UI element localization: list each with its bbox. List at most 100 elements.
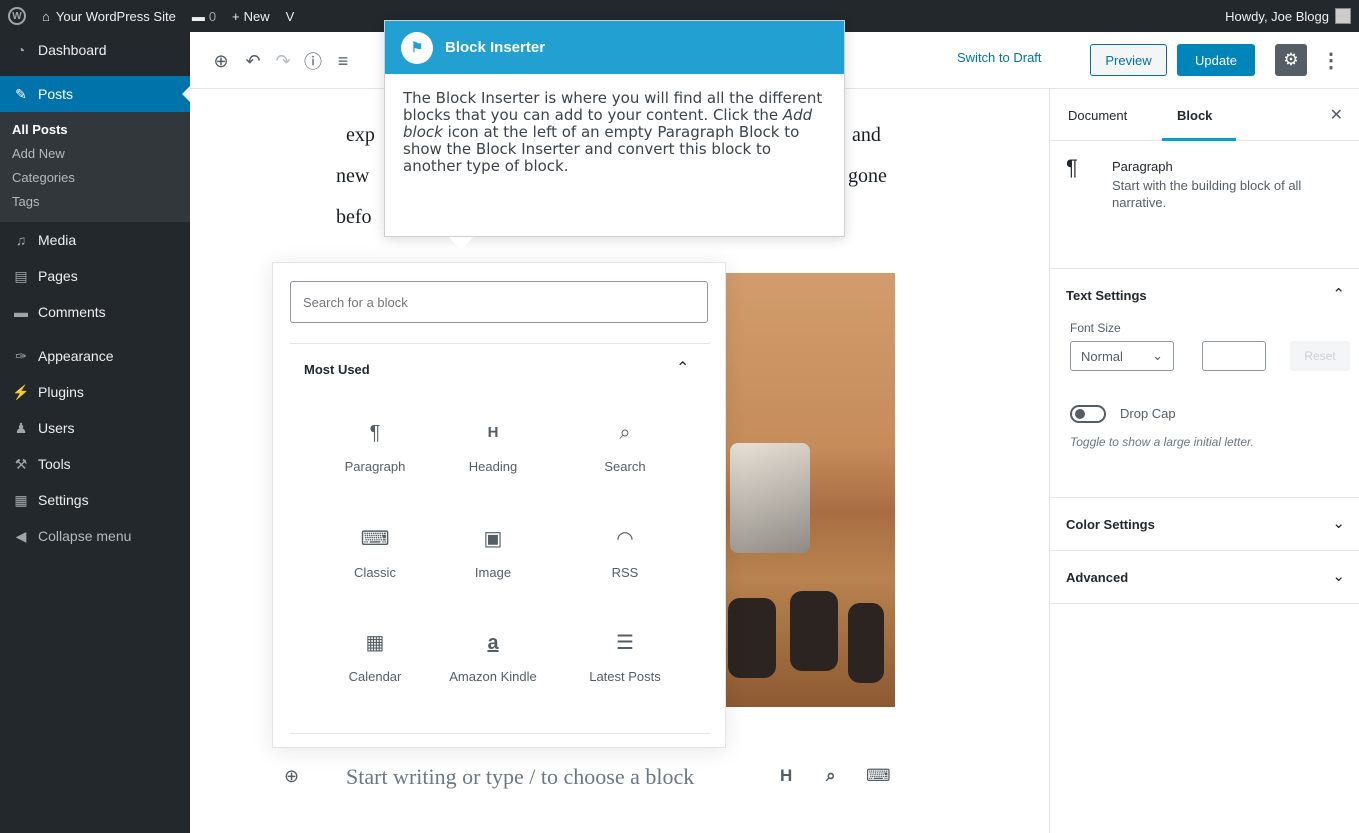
color-settings-toggle[interactable]: Color Settings [1050,498,1359,550]
block-classic[interactable]: ⌨ Classic [315,525,435,580]
sidebar-item-settings[interactable]: ▦ Settings [0,482,190,518]
content-text[interactable]: exp [346,124,375,147]
sidebar-item-comments[interactable]: ▬ Comments [0,294,190,330]
content-text[interactable]: befo [336,206,372,229]
tab-document[interactable]: Document [1068,108,1127,123]
redo-icon[interactable]: ↷ [272,50,294,72]
gear-icon[interactable]: ⚙ [1275,44,1307,76]
chevron-down-icon[interactable]: ⌄ [1332,567,1345,585]
heading-icon[interactable]: H [780,766,792,786]
sidebar-item-pages[interactable]: ▤ Pages [0,258,190,294]
sidebar-item-posts[interactable]: ✎ Posts [0,76,190,112]
block-latest-posts[interactable]: ☰ Latest Posts [565,629,685,684]
block-calendar[interactable]: ▦ Calendar [315,629,435,684]
mars-rover-image[interactable] [720,273,895,707]
block-heading[interactable]: H Heading [433,419,553,474]
tooltip-arrow [449,237,473,251]
block-amazon-kindle[interactable]: a Amazon Kindle [433,629,553,684]
drop-cap-toggle[interactable] [1070,405,1106,423]
block-label: Amazon Kindle [449,669,537,684]
advanced-panel: Advanced ⌄ [1050,551,1359,604]
sidebar-item-users[interactable]: ♟ Users [0,410,190,446]
reset-button[interactable]: Reset [1290,341,1350,371]
tab-block[interactable]: Block [1177,108,1212,123]
users-icon: ♟ [14,419,28,436]
new-label: New [243,8,270,24]
sidebar-item-media[interactable]: ♫ Media [0,222,190,258]
sidebar-item-label: Users [38,420,75,436]
add-block-icon[interactable]: ⊕ [210,50,232,72]
plugin-icon: ⚡ [12,383,30,400]
chevron-up-icon[interactable]: ⌃ [1332,285,1345,303]
paragraph-icon: ¶ [1066,155,1078,180]
preview-button[interactable]: Preview [1090,44,1167,76]
block-search[interactable]: ⌕ Search [565,419,685,474]
submenu-all-posts[interactable]: All Posts [0,118,190,142]
drop-cap-help: Toggle to show a large initial letter. [1070,435,1254,449]
content-text[interactable]: gone [848,165,887,188]
view-post-link[interactable]: V [278,0,303,32]
rss-icon: ◠ [616,528,634,550]
site-name-link[interactable]: ⌂ Your WordPress Site [34,0,184,32]
update-button[interactable]: Update [1177,44,1255,76]
sidebar-item-tools[interactable]: ⚒ Tools [0,446,190,482]
switch-to-draft-button[interactable]: Switch to Draft [957,50,1042,65]
avatar [1335,8,1351,24]
dashboard-icon: ◔ [16,42,26,58]
text-settings-toggle[interactable]: Text Settings [1050,269,1359,321]
keyboard-icon[interactable]: ⌨ [866,766,891,786]
sidebar-item-dashboard[interactable]: ◔ Dashboard [0,32,190,68]
chevron-up-icon[interactable]: ⌃ [676,358,689,378]
block-image[interactable]: ▣ Image [433,525,553,580]
comment-icon: ▬ [191,8,205,24]
tooltip-title: Block Inserter [445,39,546,56]
wordpress-logo[interactable]: W [0,0,34,32]
submenu-categories[interactable]: Categories [0,166,190,190]
brush-icon: ✑ [15,347,27,364]
block-label: Latest Posts [589,669,661,684]
search-icon[interactable]: ⌕ [826,766,836,786]
advanced-toggle[interactable]: Advanced [1050,551,1359,603]
sidebar-item-collapse[interactable]: ◀ Collapse menu [0,518,190,554]
wordpress-icon: W [8,7,26,25]
block-search-input[interactable]: Search for a block [290,281,708,323]
sidebar-item-label: Media [38,232,77,248]
pin-icon: ✎ [15,85,27,102]
submenu-tags[interactable]: Tags [0,190,190,214]
more-options-icon[interactable]: ⋮ [1321,46,1341,74]
sidebar-item-appearance[interactable]: ✑ Appearance [0,338,190,374]
block-rss[interactable]: ◠ RSS [565,525,685,580]
content-text[interactable]: new [336,165,369,188]
admin-sidebar: ◔ Dashboard ✎ Posts All Posts Add New Ca… [0,32,190,833]
chevron-down-icon[interactable]: ⌄ [1332,514,1345,532]
comments-link[interactable]: ▬ 0 [184,0,224,32]
outline-icon[interactable]: ≡ [332,50,354,72]
block-placeholder[interactable]: Start writing or type / to choose a bloc… [346,764,694,790]
new-content-link[interactable]: + New [224,0,278,32]
info-icon[interactable]: ⓘ [302,50,324,72]
block-paragraph[interactable]: ¶ Paragraph [315,419,435,474]
flag-icon: ⚑ [401,31,433,64]
home-icon: ⌂ [42,8,50,24]
settings-tabs: Document Block ✕ [1050,89,1359,141]
collapse-icon: ◀ [15,527,27,544]
add-block-icon[interactable]: ⊕ [284,766,299,787]
plus-icon: + [232,8,240,24]
content-text[interactable]: and [852,124,881,147]
font-size-select[interactable]: Normal ⌄ [1070,341,1174,371]
sidebar-item-label: Dashboard [38,42,107,58]
sidebar-item-label: Plugins [38,384,84,400]
sidebar-item-label: Appearance [38,348,114,364]
most-used-panel-title[interactable]: Most Used [304,362,370,377]
close-icon[interactable]: ✕ [1330,105,1343,125]
sidebar-item-plugins[interactable]: ⚡ Plugins [0,374,190,410]
submenu-add-new[interactable]: Add New [0,142,190,166]
image-icon: ▣ [483,528,503,550]
drop-cap-label: Drop Cap [1120,406,1176,421]
block-label: Paragraph [344,459,406,474]
sidebar-item-label: Comments [38,304,106,320]
custom-font-size-input[interactable] [1202,341,1266,371]
howdy-text: Howdy, Joe Blogg [1225,8,1329,24]
undo-icon[interactable]: ↶ [242,50,264,72]
account-menu[interactable]: Howdy, Joe Blogg [1225,0,1351,32]
